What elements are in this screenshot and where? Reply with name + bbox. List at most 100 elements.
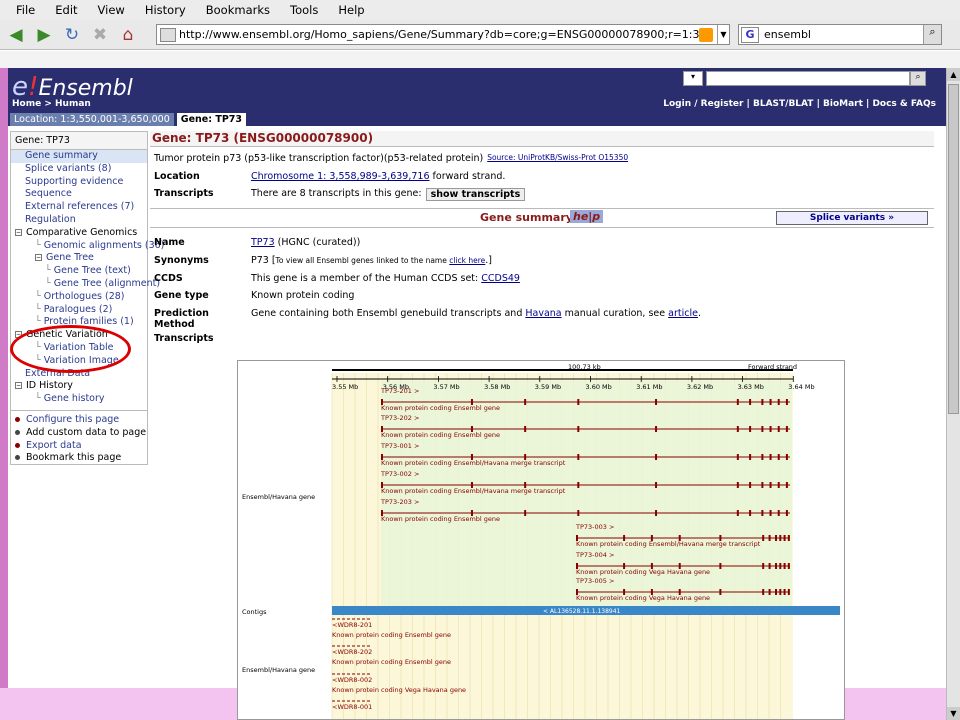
action-configure-this-page[interactable]: Configure this page	[11, 414, 147, 427]
favicon-icon	[160, 27, 176, 42]
nav-item-paralogues-2[interactable]: └ Paralogues (2)	[11, 304, 147, 317]
nav-item-sequence[interactable]: Sequence	[11, 188, 147, 201]
tab-location[interactable]: Location: 1:3,550,001-3,650,000	[10, 113, 174, 126]
exon-block	[785, 482, 788, 488]
back-icon[interactable]: ◀	[4, 24, 28, 46]
scroll-up-icon[interactable]: ▲	[947, 68, 960, 81]
scroll-thumb[interactable]	[948, 84, 959, 414]
site-search-icon[interactable]: ⌕	[910, 71, 926, 86]
exon-block	[787, 535, 790, 541]
menu-bar: File Edit View History Bookmarks Tools Help	[0, 0, 960, 20]
nav-item-genomic-alignments-36[interactable]: └ Genomic alignments (36)	[11, 240, 164, 253]
reverse-desc: Known protein coding Ensembl gene	[332, 658, 451, 666]
help-button[interactable]: he|p	[570, 210, 604, 223]
exon-block	[762, 535, 765, 541]
menu-help[interactable]: Help	[338, 3, 364, 17]
ccds-link[interactable]: CCDS49	[481, 273, 520, 284]
exon-block	[779, 589, 782, 595]
google-icon[interactable]: G	[741, 26, 759, 43]
nav-item-gene-tree-text[interactable]: └ Gene Tree (text)	[11, 265, 147, 278]
collapse-icon[interactable]: −	[15, 228, 22, 236]
highlight-circle	[10, 325, 131, 373]
url-bar[interactable]: http://www.ensembl.org/Homo_sapiens/Gene…	[156, 24, 730, 45]
transcript-desc: Known protein coding Ensembl gene	[381, 431, 500, 439]
url-text[interactable]: http://www.ensembl.org/Homo_sapiens/Gene…	[179, 28, 699, 41]
url-dropdown-icon[interactable]: ▼	[717, 25, 729, 44]
name-link[interactable]: TP73	[251, 237, 275, 248]
tab-gene[interactable]: Gene: TP73	[176, 113, 246, 126]
stop-icon[interactable]: ✖	[88, 24, 112, 46]
collapse-icon[interactable]: −	[15, 382, 22, 390]
transcript-desc: Known protein coding Vega Havana gene	[576, 568, 710, 576]
bullet-icon	[15, 442, 20, 448]
transcripts-heading-row: Transcripts	[154, 333, 251, 344]
tree-branch-icon: └	[35, 303, 44, 315]
strand-label: Forward strand	[748, 363, 797, 371]
nav-item-supporting-evidence[interactable]: Supporting evidence	[11, 176, 147, 189]
top-links[interactable]: Login / Register | BLAST/BLAT | BioMart …	[663, 99, 936, 109]
exon-block	[785, 426, 788, 432]
page-scrollbar[interactable]: ▲ ▼	[946, 68, 960, 720]
nav-item-orthologues-28[interactable]: └ Orthologues (28)	[11, 291, 147, 304]
scroll-down-icon[interactable]: ▼	[947, 707, 960, 720]
transcript-desc: Known protein coding Ensembl gene	[381, 515, 500, 523]
menu-file[interactable]: File	[16, 3, 35, 17]
species-select[interactable]: ▾	[683, 71, 703, 86]
nav-item-external-references-7[interactable]: External references (7)	[11, 201, 147, 214]
exon-block	[787, 563, 790, 569]
scale-label: 100.73 kb	[568, 363, 601, 371]
summary-bar: Gene summary he|p Splice variants »	[150, 208, 934, 228]
location-link[interactable]: Chromosome 1: 3,558,989-3,639,716	[251, 171, 430, 182]
nav-item-id-history[interactable]: − ID History	[11, 380, 147, 393]
source-link[interactable]: Source: UniProtKB/Swiss-Prot O15350	[487, 153, 628, 164]
nav-item-regulation[interactable]: Regulation	[11, 214, 147, 227]
action-bookmark-this-page[interactable]: Bookmark this page	[11, 452, 147, 465]
search-icon[interactable]: ⌕	[923, 25, 941, 44]
havana-link[interactable]: Havana	[525, 308, 561, 319]
gene-title: Gene: TP73 (ENSG00000078900)	[150, 131, 934, 147]
exon-block	[769, 454, 772, 460]
ensembl-logo[interactable]: e!Ensembl	[12, 72, 133, 102]
show-transcripts-button[interactable]: show transcripts	[425, 188, 526, 201]
nav-item-splice-variants-8[interactable]: Splice variants (8)	[11, 163, 147, 176]
exon-block	[577, 510, 580, 516]
action-add-custom-data-to-page[interactable]: Add custom data to page	[11, 427, 147, 440]
tick-label: 3.62 Mb	[687, 383, 713, 391]
genetype-text: Known protein coding	[251, 290, 355, 301]
splice-variants-button[interactable]: Splice variants »	[776, 211, 928, 225]
collapse-icon[interactable]: −	[35, 254, 42, 262]
name-row: Name TP73 (HGNC (curated))	[154, 237, 360, 248]
nav-item-gene-tree[interactable]: − Gene Tree	[11, 252, 147, 265]
breadcrumb[interactable]: Home > Human	[12, 99, 91, 109]
nav-item-comparative-genomics[interactable]: − Comparative Genomics	[11, 227, 147, 240]
menu-history[interactable]: History	[145, 3, 186, 17]
location-row: Location Chromosome 1: 3,558,989-3,639,7…	[154, 171, 505, 182]
tick-label: 3.60 Mb	[586, 383, 612, 391]
exon-block	[749, 454, 752, 460]
nav-item-gene-summary[interactable]: Gene summary	[11, 150, 147, 163]
click-here-link[interactable]: click here	[449, 256, 485, 265]
menu-tools[interactable]: Tools	[290, 3, 318, 17]
site-search-input[interactable]	[706, 71, 910, 86]
transcript-image[interactable]: 100.73 kb Forward strand 3.55 Mb 3.56 Mb 3.5…	[237, 360, 845, 720]
article-link[interactable]: article	[668, 308, 698, 319]
menu-view[interactable]: View	[98, 3, 125, 17]
transcript-desc: Known protein coding Ensembl/Havana merg…	[381, 487, 566, 495]
rss-icon[interactable]	[699, 27, 713, 42]
browser-search-input[interactable]: ensembl	[761, 28, 923, 41]
tick-label: 3.58 Mb	[484, 383, 510, 391]
browser-search[interactable]: G ensembl ⌕	[738, 24, 942, 45]
transcript-svg: 100.73 kb Forward strand3.55 Mb 3.56 Mb 3.5…	[242, 363, 840, 719]
menu-edit[interactable]: Edit	[55, 3, 77, 17]
exon-block	[736, 454, 739, 460]
action-export-data[interactable]: Export data	[11, 440, 147, 453]
reverse-name: <WDR8-201	[332, 621, 372, 629]
action-label: Bookmark this page	[26, 452, 122, 464]
nav-item-gene-tree-alignment[interactable]: └ Gene Tree (alignment)	[11, 278, 160, 291]
home-icon[interactable]: ⌂	[116, 24, 140, 46]
exon-block	[787, 589, 790, 595]
forward-icon[interactable]: ▶	[32, 24, 56, 46]
menu-bookmarks[interactable]: Bookmarks	[206, 3, 270, 17]
nav-item-gene-history[interactable]: └ Gene history	[11, 393, 147, 406]
reload-icon[interactable]: ↻	[60, 24, 84, 46]
